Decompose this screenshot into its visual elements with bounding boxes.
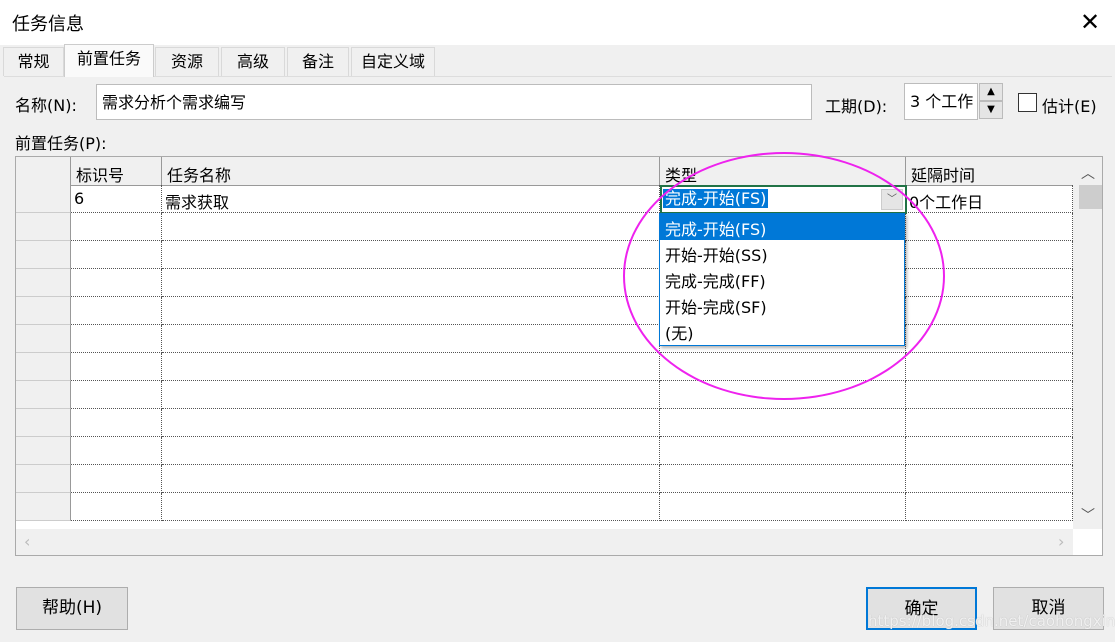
grid-cell[interactable]: [162, 437, 660, 465]
grid-cell[interactable]: 6: [71, 185, 162, 213]
grid-cell[interactable]: [906, 465, 1073, 493]
row-header[interactable]: [16, 493, 71, 521]
grid-cell[interactable]: [162, 465, 660, 493]
grid-cell[interactable]: [906, 325, 1073, 353]
cancel-button[interactable]: 取消: [993, 587, 1104, 630]
row-header[interactable]: [16, 269, 71, 297]
grid-cell[interactable]: [660, 409, 906, 437]
grid-cell[interactable]: [71, 297, 162, 325]
estimate-label: 估计(E): [1042, 97, 1097, 116]
type-combobox-value: 完成-开始(FS): [663, 189, 769, 208]
duration-input[interactable]: 3 个工作: [904, 83, 978, 120]
row-header-corner: [16, 157, 71, 186]
grid-cell[interactable]: [71, 241, 162, 269]
vertical-scrollbar[interactable]: ︿ ﹀: [1073, 157, 1102, 529]
grid-cell[interactable]: [660, 437, 906, 465]
grid-cell[interactable]: [906, 409, 1073, 437]
row-header[interactable]: [16, 465, 71, 493]
grid-cell[interactable]: [660, 493, 906, 521]
grid-cell[interactable]: [906, 297, 1073, 325]
row-header[interactable]: [16, 241, 71, 269]
row-header[interactable]: [16, 381, 71, 409]
grid-cell[interactable]: [71, 465, 162, 493]
type-dropdown-list: 完成-开始(FS) 开始-开始(SS) 完成-完成(FF) 开始-完成(SF) (无): [659, 213, 905, 346]
chevron-down-icon[interactable]: ﹀: [881, 189, 903, 210]
scroll-up-icon[interactable]: ︿: [1073, 163, 1102, 183]
grid-cell[interactable]: [906, 437, 1073, 465]
ok-button[interactable]: 确定: [866, 587, 977, 630]
row-header[interactable]: [16, 213, 71, 241]
grid-cell[interactable]: [162, 381, 660, 409]
help-button[interactable]: 帮助(H): [16, 587, 128, 630]
row-header[interactable]: [16, 185, 71, 213]
row-header[interactable]: [16, 437, 71, 465]
name-input[interactable]: 需求分析个需求编写: [96, 84, 812, 120]
dropdown-option[interactable]: 完成-开始(FS): [660, 214, 904, 240]
estimate-checkbox[interactable]: [1018, 93, 1037, 112]
row-header[interactable]: [16, 353, 71, 381]
spin-down-icon[interactable]: ▼: [979, 101, 1003, 119]
grid-cell[interactable]: [71, 213, 162, 241]
grid-cell[interactable]: 0个工作日: [906, 185, 1073, 213]
grid-cell[interactable]: [906, 493, 1073, 521]
tab-general[interactable]: 常规: [3, 47, 64, 76]
grid-cell[interactable]: [71, 353, 162, 381]
grid-cell[interactable]: [162, 353, 660, 381]
grid-cell[interactable]: [71, 493, 162, 521]
grid-cell[interactable]: 需求获取: [162, 185, 660, 213]
dropdown-option[interactable]: (无): [660, 318, 904, 344]
horizontal-scrollbar[interactable]: ‹ ›: [16, 529, 1073, 555]
dropdown-option[interactable]: 开始-完成(SF): [660, 292, 904, 318]
grid-cell[interactable]: [71, 409, 162, 437]
tab-resources[interactable]: 资源: [155, 47, 219, 76]
column-header-lag[interactable]: 延隔时间: [906, 157, 1074, 186]
grid-cell[interactable]: [162, 269, 660, 297]
tab-notes[interactable]: 备注: [287, 47, 349, 76]
grid-cell[interactable]: [71, 269, 162, 297]
title-bar: 任务信息 ✕: [0, 0, 1115, 45]
grid-cell[interactable]: [71, 325, 162, 353]
predecessors-grid: 标识号 任务名称 类型 延隔时间 6 需求获取 0个工作日 完成-开始(FS) ﹀ …: [15, 156, 1103, 556]
grid-cell[interactable]: [162, 297, 660, 325]
grid-cell[interactable]: [660, 353, 906, 381]
grid-cell[interactable]: [162, 325, 660, 353]
grid-cell[interactable]: [71, 437, 162, 465]
grid-cell[interactable]: [906, 381, 1073, 409]
scroll-thumb[interactable]: [1079, 185, 1102, 209]
grid-cell[interactable]: [660, 465, 906, 493]
tab-predecessors[interactable]: 前置任务: [64, 44, 154, 77]
grid-cell[interactable]: [162, 409, 660, 437]
grid-cell[interactable]: [162, 213, 660, 241]
row-header[interactable]: [16, 409, 71, 437]
spin-up-icon[interactable]: ▲: [979, 83, 1003, 101]
scroll-right-icon[interactable]: ›: [1058, 532, 1064, 551]
row-header[interactable]: [16, 297, 71, 325]
window-title: 任务信息: [12, 14, 84, 35]
type-combobox[interactable]: 完成-开始(FS) ﹀: [660, 185, 907, 214]
name-label: 名称(N):: [15, 96, 77, 115]
dropdown-option[interactable]: 开始-开始(SS): [660, 240, 904, 266]
scroll-down-icon[interactable]: ﹀: [1073, 505, 1102, 525]
grid-cell[interactable]: [906, 269, 1073, 297]
duration-label: 工期(D):: [825, 97, 888, 116]
column-header-type[interactable]: 类型: [660, 157, 906, 186]
grid-cell[interactable]: [162, 493, 660, 521]
predecessors-label: 前置任务(P):: [15, 134, 107, 153]
column-header-task-name[interactable]: 任务名称: [162, 157, 660, 186]
grid-cell[interactable]: [660, 381, 906, 409]
grid-cell[interactable]: [906, 213, 1073, 241]
column-header-id[interactable]: 标识号: [71, 157, 162, 186]
scroll-left-icon[interactable]: ‹: [24, 532, 30, 551]
tab-custom-fields[interactable]: 自定义域: [351, 47, 435, 76]
dropdown-option[interactable]: 完成-完成(FF): [660, 266, 904, 292]
grid-cell[interactable]: [71, 381, 162, 409]
grid-cell[interactable]: [906, 241, 1073, 269]
close-icon[interactable]: ✕: [1076, 6, 1104, 38]
row-header[interactable]: [16, 325, 71, 353]
grid-cell[interactable]: [162, 241, 660, 269]
tab-advanced[interactable]: 高级: [221, 47, 285, 76]
grid-cell[interactable]: [906, 353, 1073, 381]
